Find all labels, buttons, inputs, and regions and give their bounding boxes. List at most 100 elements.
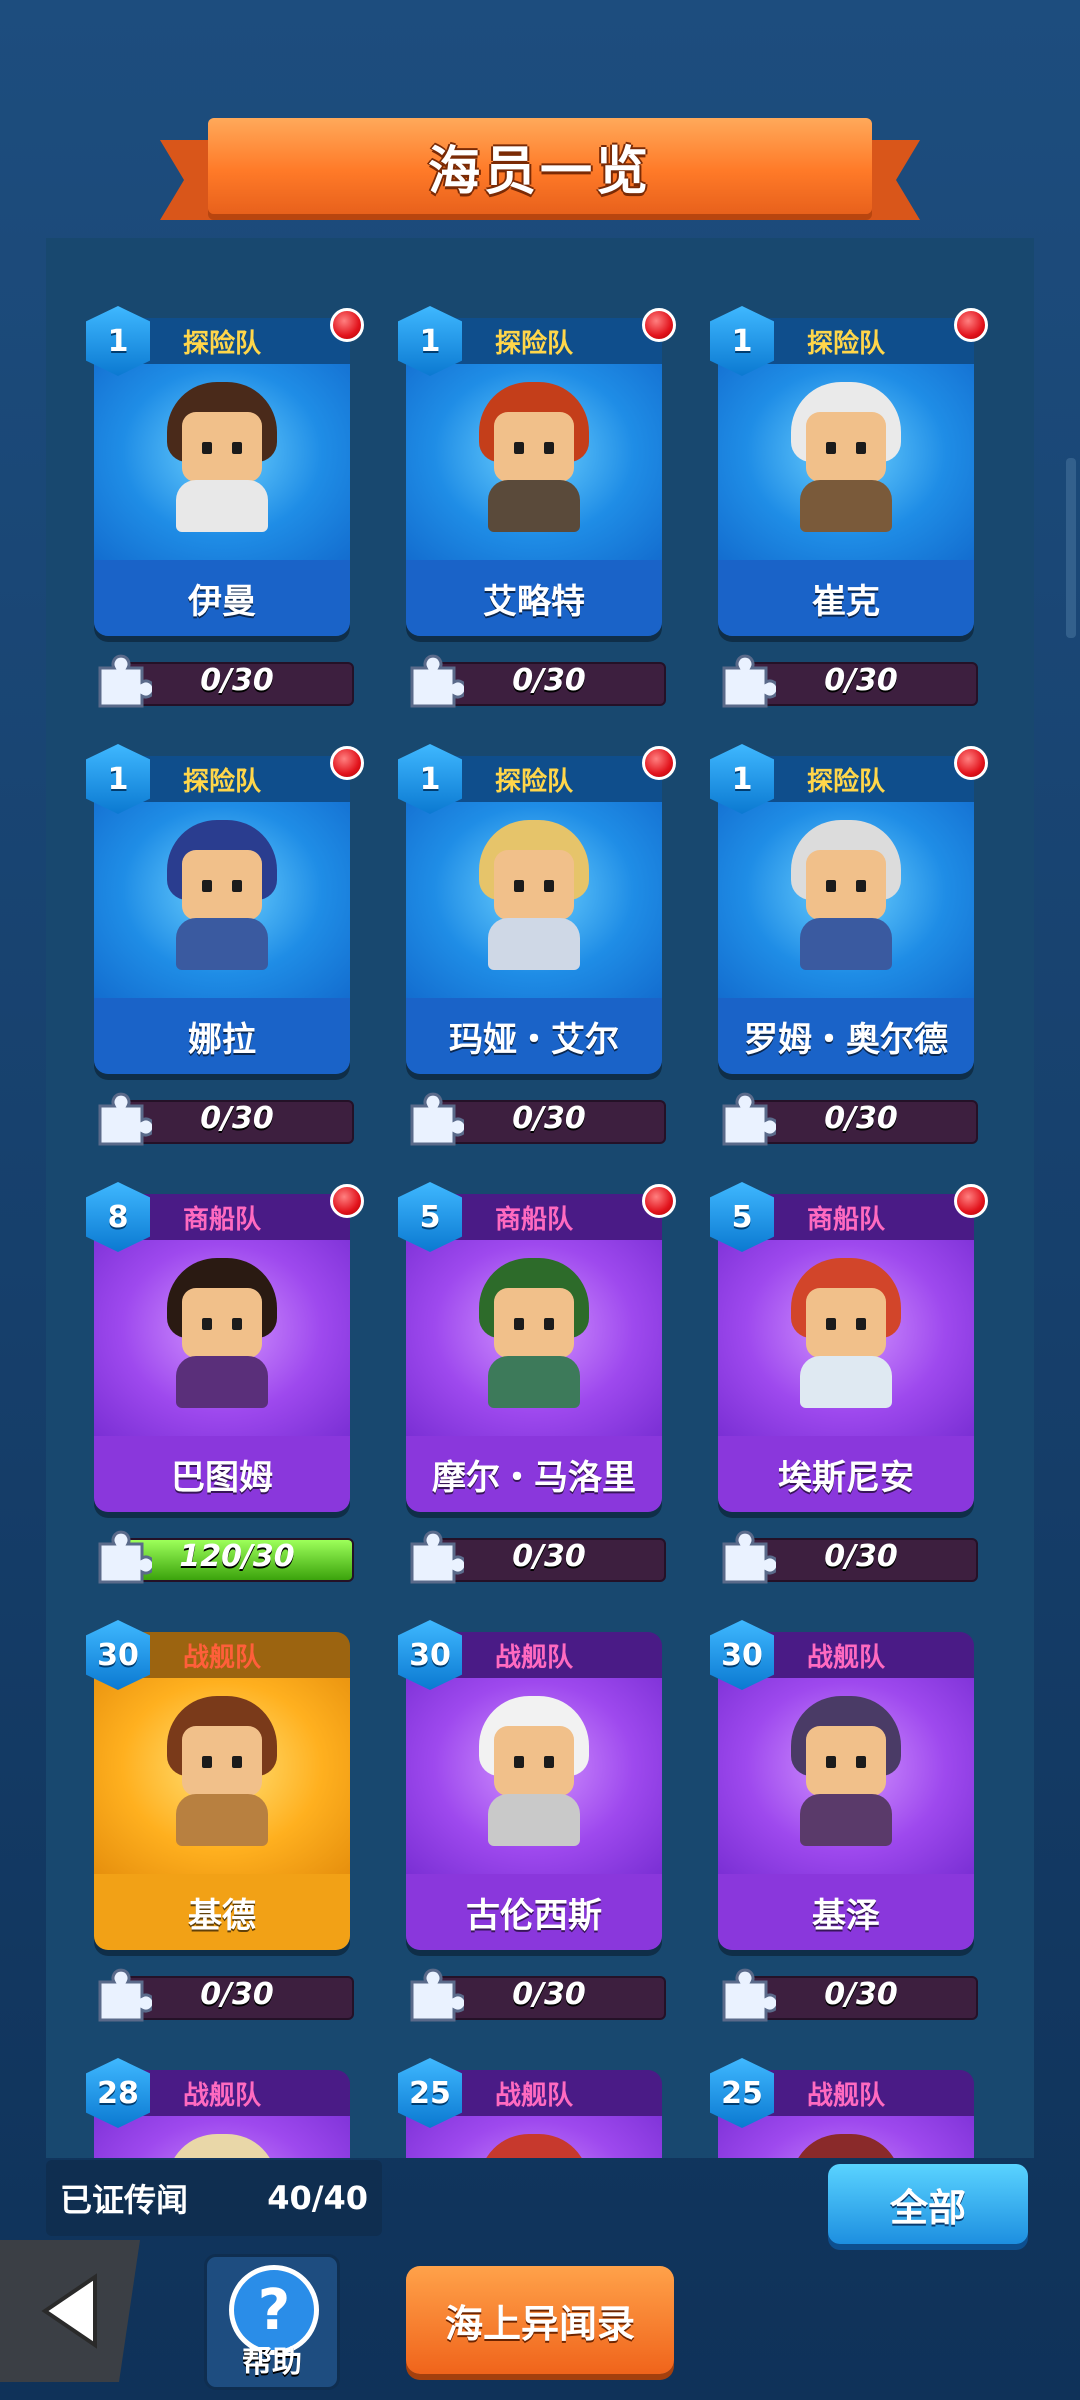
notification-dot-icon (330, 746, 364, 780)
shard-progress: 0/30 (406, 654, 666, 708)
portrait-body (488, 480, 580, 532)
crew-card[interactable]: 1 探险队 ★★★★★ 崔克 (710, 278, 1018, 708)
puzzle-piece-icon (98, 1968, 152, 2022)
crew-card[interactable]: 1 探险队 ★★★★★ 娜拉 (86, 716, 394, 1146)
notification-dot-icon (330, 308, 364, 342)
portrait-face (806, 1288, 886, 1358)
portrait-eye (544, 1756, 554, 1768)
crew-portrait-area (718, 2116, 974, 2158)
crew-portrait (474, 820, 594, 970)
crew-card[interactable]: 5 商船队 ★★★★★ 埃斯尼安 (710, 1154, 1018, 1584)
crew-portrait (786, 1696, 906, 1846)
crew-card[interactable]: 30 战舰队 ★★★★★ 基德 (86, 1592, 394, 2022)
crew-name: 基德 (94, 1874, 350, 1950)
shard-progress: 120/30 (94, 1530, 354, 1584)
crew-name: 古伦西斯 (406, 1874, 662, 1950)
sea-rumors-button[interactable]: 海上异闻录 (406, 2266, 674, 2374)
notification-dot-icon (954, 308, 988, 342)
team-label: 商船队 (494, 1204, 573, 1235)
puzzle-piece-icon (722, 1968, 776, 2022)
team-label: 战舰队 (182, 2080, 261, 2111)
crew-portrait-area: ★★★★★ (406, 1240, 662, 1481)
portrait-eye (826, 1318, 836, 1330)
shard-progress: 0/30 (406, 1530, 666, 1584)
back-arrow-icon (41, 2273, 97, 2349)
crew-card[interactable]: 1 探险队 ★★★★★ 艾略特 (398, 278, 706, 708)
portrait-body (488, 1794, 580, 1846)
portrait-eye (202, 1318, 212, 1330)
scrollbar[interactable] (1066, 458, 1076, 638)
crew-name: 娜拉 (94, 998, 350, 1074)
portrait-face (494, 850, 574, 920)
page-title: 海员一览 (427, 141, 652, 202)
crew-card[interactable]: 25 战舰队 (710, 2030, 1018, 2158)
puzzle-piece-icon (722, 1092, 776, 1146)
shard-progress: 0/30 (94, 654, 354, 708)
team-label: 探险队 (806, 328, 885, 359)
portrait-body (176, 918, 268, 970)
crew-name: 摩尔・马洛里 (406, 1436, 662, 1512)
crew-card[interactable]: 1 探险队 ★★★★★ 玛娅・艾尔 (398, 716, 706, 1146)
portrait-face (806, 850, 886, 920)
team-label: 探险队 (494, 328, 573, 359)
progress-text: 0/30 (824, 1976, 898, 2012)
crew-portrait (786, 382, 906, 532)
crew-panel[interactable]: 1 探险队 ★★★★★ 伊曼 (46, 238, 1034, 2158)
portrait-eye (232, 1756, 242, 1768)
back-button[interactable] (0, 2240, 140, 2382)
notification-dot-icon (330, 1184, 364, 1218)
portrait-eye (514, 442, 524, 454)
crew-portrait-area: ★★★★★ (94, 802, 350, 1043)
puzzle-piece-icon (722, 1530, 776, 1584)
crew-card[interactable]: 1 探险队 ★★★★★ 罗姆・奥尔德 (710, 716, 1018, 1146)
crew-card[interactable]: 28 战舰队 (86, 2030, 394, 2158)
crew-card[interactable]: 5 商船队 ★★★★★ 摩尔・马洛里 (398, 1154, 706, 1584)
progress-text: 0/30 (824, 1100, 898, 1136)
crew-portrait (786, 1258, 906, 1408)
portrait-eye (856, 1318, 866, 1330)
help-label: 帮助 (242, 2345, 302, 2380)
proven-rumors-counter: 已证传闻 40/40 (46, 2160, 382, 2236)
crew-card[interactable]: 25 战舰队 (398, 2030, 706, 2158)
team-label: 战舰队 (806, 1642, 885, 1673)
crew-card[interactable]: 30 战舰队 ★★★★★ 古伦西斯 (398, 1592, 706, 2022)
portrait-face (806, 412, 886, 482)
progress-text: 120/30 (179, 1538, 295, 1574)
crew-card[interactable]: 8 商船队 ★★★★★ 巴图姆 (86, 1154, 394, 1584)
portrait-body (488, 1356, 580, 1408)
portrait-eye (232, 442, 242, 454)
portrait-eye (514, 1318, 524, 1330)
crew-card[interactable]: 1 探险队 ★★★★★ 伊曼 (86, 278, 394, 708)
shard-progress: 0/30 (94, 1092, 354, 1146)
crew-portrait-area: ★★★★★ (718, 364, 974, 605)
notification-dot-icon (642, 746, 676, 780)
puzzle-piece-icon (98, 1530, 152, 1584)
portrait-face (494, 412, 574, 482)
portrait-eye (826, 880, 836, 892)
portrait-eye (856, 880, 866, 892)
progress-text: 0/30 (824, 662, 898, 698)
portrait-body (176, 480, 268, 532)
portrait-face (494, 1288, 574, 1358)
crew-card[interactable]: 30 战舰队 ★★★★★ 基泽 (710, 1592, 1018, 2022)
shard-progress: 0/30 (718, 1092, 978, 1146)
shard-progress: 0/30 (718, 1968, 978, 2022)
crew-portrait (474, 2134, 594, 2158)
crew-portrait (786, 820, 906, 970)
crew-portrait-area: ★★★★★ (94, 364, 350, 605)
crew-portrait-area: ★★★★★ (406, 364, 662, 605)
proven-rumors-label: 已证传闻 (60, 2181, 189, 2219)
help-button[interactable]: ? 帮助 (204, 2254, 340, 2390)
portrait-body (800, 1356, 892, 1408)
team-label: 战舰队 (182, 1642, 261, 1673)
crew-name: 巴图姆 (94, 1436, 350, 1512)
puzzle-piece-icon (410, 1968, 464, 2022)
portrait-eye (856, 442, 866, 454)
portrait-eye (232, 1318, 242, 1330)
puzzle-piece-icon (98, 1092, 152, 1146)
crew-portrait-area: ★★★★★ (406, 1678, 662, 1919)
puzzle-piece-icon (410, 654, 464, 708)
crew-portrait-area (406, 2116, 662, 2158)
filter-all-button[interactable]: 全部 (828, 2164, 1028, 2244)
crew-name: 玛娅・艾尔 (406, 998, 662, 1074)
